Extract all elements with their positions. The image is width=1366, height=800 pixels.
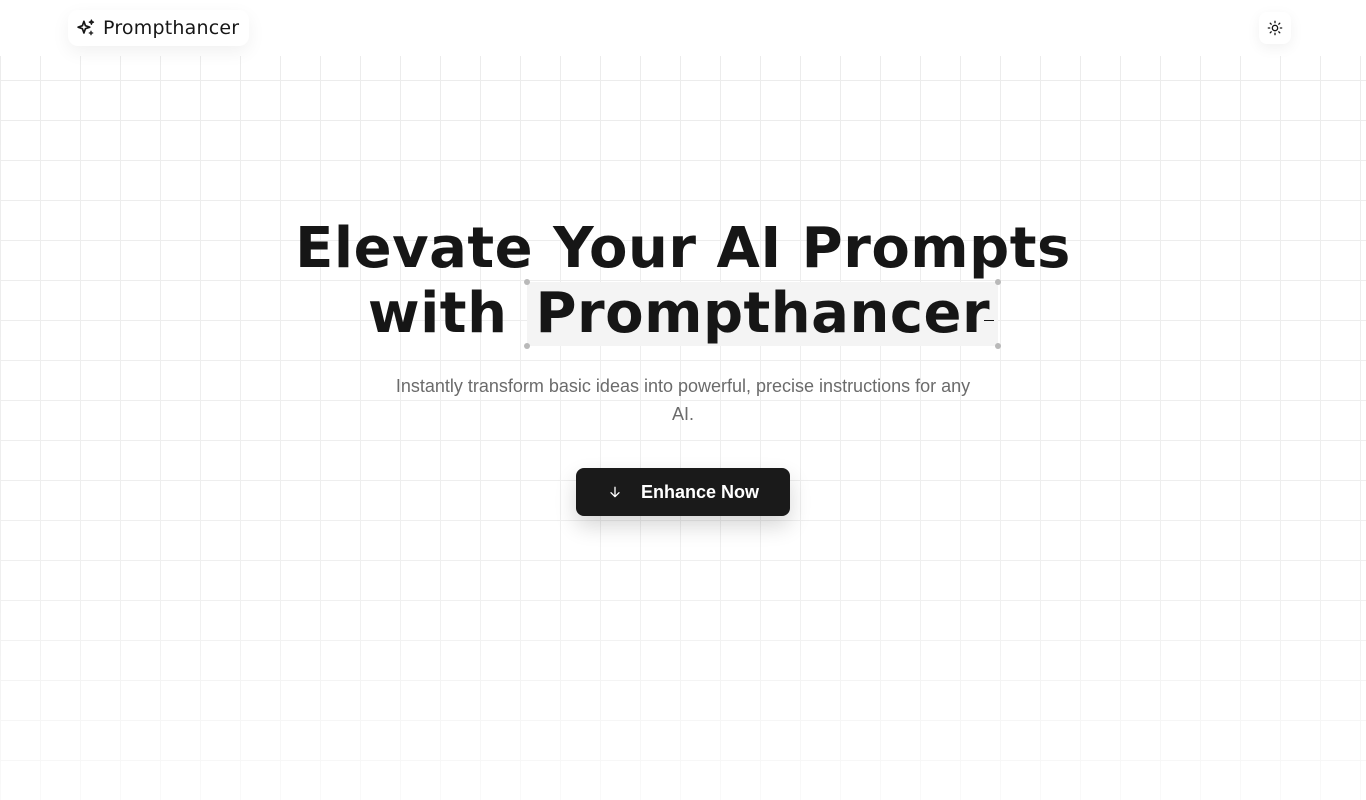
hero-subtitle: Instantly transform basic ideas into pow… — [395, 376, 971, 424]
enhance-now-button[interactable]: Enhance Now — [576, 468, 790, 516]
hero-title-line-1: Elevate Your AI Prompts — [295, 216, 1071, 281]
hero-title-line-2: with Prompthancer — [0, 279, 1366, 349]
brand-name: Prompthancer — [103, 17, 240, 39]
theme-toggle-button[interactable] — [1259, 12, 1291, 44]
grid-background — [0, 56, 1366, 800]
hero-title-highlight: Prompthancer — [524, 279, 1002, 349]
brand-logo-link[interactable]: Prompthancer — [68, 10, 250, 46]
sparkles-icon — [76, 18, 96, 38]
sun-icon — [1267, 20, 1283, 36]
top-header: Prompthancer — [0, 0, 1366, 56]
selection-handle-top-left — [524, 279, 531, 285]
landing-page: Prompthancer Elevate Your AI Prompts wit… — [0, 0, 1366, 800]
hero-title-prefix: with — [367, 281, 508, 346]
highlight-text: Prompthancer — [535, 281, 991, 346]
text-cursor — [984, 320, 995, 321]
enhance-now-label: Enhance Now — [640, 481, 760, 502]
selection-handle-top-right — [995, 279, 1002, 285]
arrow-down-icon — [607, 484, 623, 500]
